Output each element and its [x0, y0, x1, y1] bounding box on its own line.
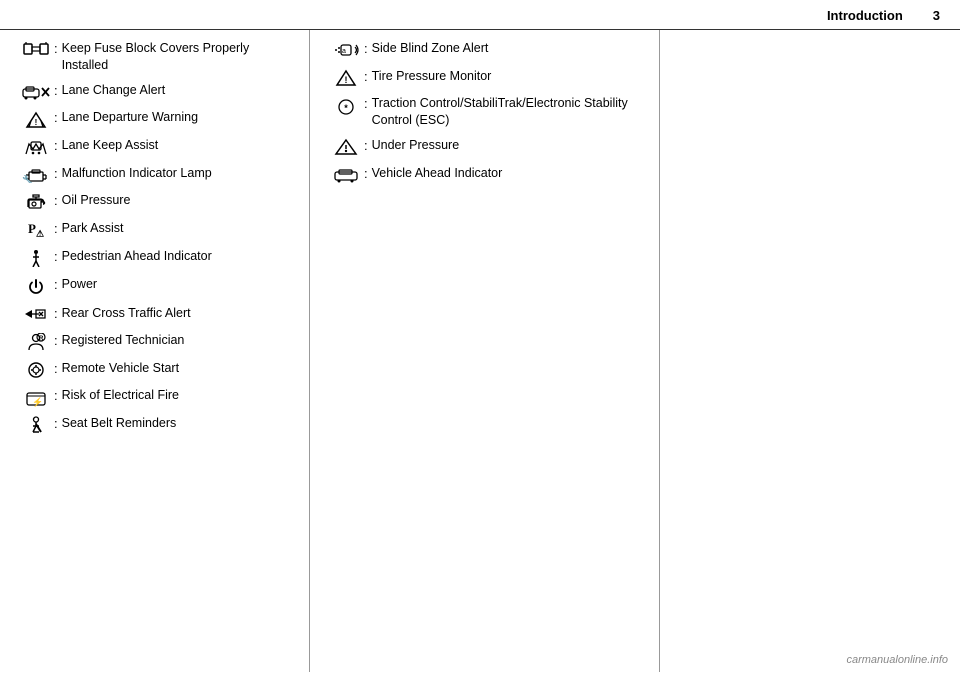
entry-label: Lane Departure Warning	[62, 109, 198, 126]
colon: :	[364, 95, 368, 113]
entry-label: Rear Cross Traffic Alert	[62, 305, 191, 322]
colon: :	[54, 82, 58, 100]
park-assist-icon: P⚠	[20, 220, 52, 240]
svg-text:a: a	[342, 48, 346, 55]
header-page-number: 3	[933, 8, 940, 23]
lane-keep-assist-icon	[20, 137, 52, 157]
list-item: : Lane Change Alert	[20, 82, 294, 102]
list-item: R : Registered Technician	[20, 332, 294, 352]
lane-departure-warning-icon: !	[20, 109, 52, 129]
colon: :	[54, 137, 58, 155]
tire-pressure-monitor-icon: !	[330, 68, 362, 88]
entry-label: Vehicle Ahead Indicator	[372, 165, 503, 182]
list-item: 🔧 : Malfunction Indicator Lamp	[20, 165, 294, 185]
entry-label: Park Assist	[62, 220, 124, 237]
entry-label: Side Blind Zone Alert	[372, 40, 489, 57]
oil-pressure-icon	[20, 192, 52, 212]
colon: :	[364, 68, 368, 86]
list-item: : Lane Keep Assist	[20, 137, 294, 157]
colon: :	[364, 137, 368, 155]
list-item: ⚡ : Risk of Electrical Fire	[20, 387, 294, 407]
colon: :	[54, 387, 58, 405]
content-area: : Keep Fuse Block Covers Properly Instal…	[0, 30, 960, 672]
entry-label: Traction Control/StabiliTrak/Electronic …	[372, 95, 644, 129]
left-column: : Keep Fuse Block Covers Properly Instal…	[0, 30, 310, 672]
list-item: ! : Tire Pressure Monitor	[330, 68, 644, 88]
entry-label: Seat Belt Reminders	[62, 415, 177, 432]
list-item: : Seat Belt Reminders	[20, 415, 294, 435]
colon: :	[54, 415, 58, 433]
remote-vehicle-start-icon	[20, 360, 52, 380]
fuse-block-icon	[20, 40, 52, 58]
entry-label: Malfunction Indicator Lamp	[62, 165, 212, 182]
list-item: P⚠ : Park Assist	[20, 220, 294, 240]
side-blind-zone-alert-icon: a	[330, 40, 362, 60]
entry-label: Oil Pressure	[62, 192, 131, 209]
entry-label: Remote Vehicle Start	[62, 360, 179, 377]
list-item: : Remote Vehicle Start	[20, 360, 294, 380]
entry-label: Keep Fuse Block Covers Properly Installe…	[62, 40, 294, 74]
lane-change-alert-icon	[20, 82, 52, 102]
colon: :	[54, 248, 58, 266]
list-item: : Under Pressure	[330, 137, 644, 157]
entry-label: Risk of Electrical Fire	[62, 387, 179, 404]
colon: :	[54, 305, 58, 323]
seat-belt-reminders-icon	[20, 415, 52, 435]
colon: :	[364, 40, 368, 58]
svg-text:⚡: ⚡	[32, 396, 43, 407]
page-header: Introduction 3	[0, 0, 960, 30]
svg-text:R: R	[39, 336, 44, 342]
list-item: * : Traction Control/StabiliTrak/Electro…	[330, 95, 644, 129]
vehicle-ahead-indicator-icon	[330, 165, 362, 185]
page-container: Introduction 3 : Keep Fuse Block Covers …	[0, 0, 960, 678]
list-item: : Keep Fuse Block Covers Properly Instal…	[20, 40, 294, 74]
traction-control-icon: *	[330, 95, 362, 117]
list-item: : Power	[20, 276, 294, 297]
pedestrian-ahead-indicator-icon	[20, 248, 52, 268]
colon: :	[54, 220, 58, 238]
entry-label: Power	[62, 276, 97, 293]
entry-label: Lane Keep Assist	[62, 137, 159, 154]
rear-cross-traffic-alert-icon	[20, 305, 52, 325]
colon: :	[54, 192, 58, 210]
svg-text:*: *	[344, 103, 348, 113]
list-item: ! : Lane Departure Warning	[20, 109, 294, 129]
colon: :	[54, 165, 58, 183]
list-item: a : Side Blind Zone Alert	[330, 40, 644, 60]
colon: :	[54, 276, 58, 294]
registered-technician-icon: R	[20, 332, 52, 352]
watermark: carmanualonline.info	[846, 654, 948, 666]
empty-column	[660, 30, 960, 672]
entry-label: Registered Technician	[62, 332, 185, 349]
list-item: : Vehicle Ahead Indicator	[330, 165, 644, 185]
power-icon	[20, 276, 52, 297]
entry-label: Lane Change Alert	[62, 82, 166, 99]
list-item: : Pedestrian Ahead Indicator	[20, 248, 294, 268]
colon: :	[54, 40, 58, 58]
entry-label: Tire Pressure Monitor	[372, 68, 492, 85]
list-item: : Oil Pressure	[20, 192, 294, 212]
entry-label: Under Pressure	[372, 137, 460, 154]
colon: :	[54, 332, 58, 350]
svg-text:!: !	[345, 75, 348, 85]
under-pressure-icon	[330, 137, 362, 157]
svg-text:🔧: 🔧	[22, 174, 33, 183]
risk-of-electrical-fire-icon: ⚡	[20, 387, 52, 407]
list-item: : Rear Cross Traffic Alert	[20, 305, 294, 325]
malfunction-indicator-lamp-icon: 🔧	[20, 165, 52, 185]
header-title: Introduction	[827, 8, 903, 23]
colon: :	[54, 109, 58, 127]
entry-label: Pedestrian Ahead Indicator	[62, 248, 212, 265]
svg-text:!: !	[35, 118, 38, 127]
colon: :	[364, 165, 368, 183]
right-column: a : Side Blind Zone Alert ! : Tire Press…	[310, 30, 660, 672]
colon: :	[54, 360, 58, 378]
